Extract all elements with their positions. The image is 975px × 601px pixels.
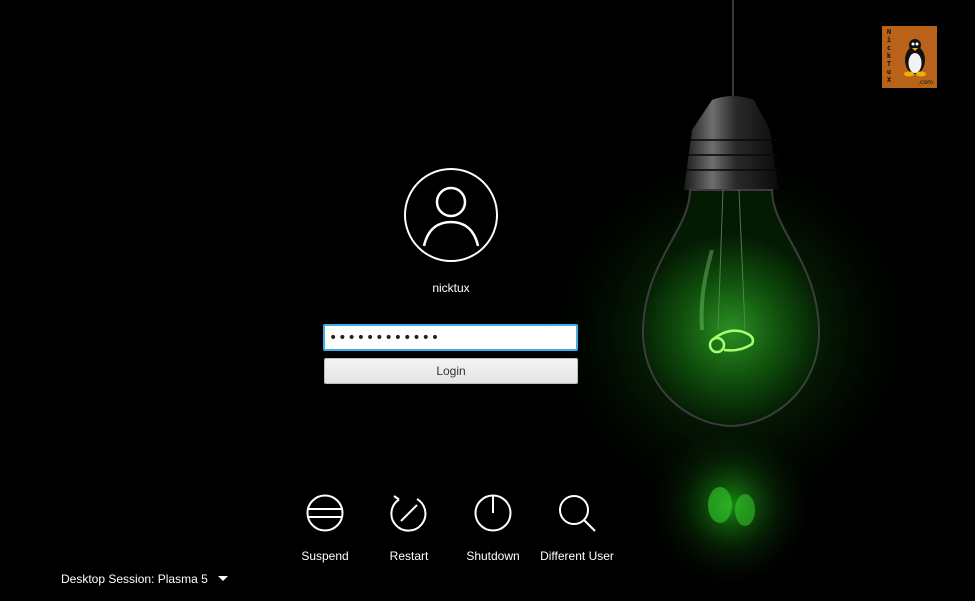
shutdown-button[interactable]: Shutdown <box>448 493 538 563</box>
shutdown-icon <box>474 494 512 532</box>
logo-suffix: .com <box>918 79 933 86</box>
username-label: nicktux <box>432 281 470 295</box>
desktop-session-selector[interactable]: Desktop Session: Plasma 5 <box>61 572 229 586</box>
session-value: Plasma 5 <box>157 572 208 586</box>
suspend-icon <box>306 494 344 532</box>
chevron-down-icon <box>218 576 229 581</box>
logo-text: NickTuX <box>886 28 892 84</box>
restart-button[interactable]: Restart <box>364 493 454 563</box>
user-icon <box>404 168 498 262</box>
different-user-label: Different User <box>540 549 614 563</box>
session-prefix: Desktop Session: <box>61 572 155 586</box>
login-screen: NickTuX .com nicktux Login Suspend Resta… <box>0 0 975 601</box>
password-field[interactable] <box>323 324 578 351</box>
restart-label: Restart <box>389 549 429 563</box>
avatar[interactable] <box>404 168 498 262</box>
different-user-button[interactable]: Different User <box>532 493 622 563</box>
suspend-button[interactable]: Suspend <box>280 493 370 563</box>
login-button[interactable]: Login <box>324 358 578 384</box>
nicktux-logo: NickTuX .com <box>882 26 937 88</box>
tux-penguin-icon <box>904 39 926 77</box>
restart-icon <box>390 495 427 532</box>
suspend-label: Suspend <box>301 549 349 563</box>
shutdown-label: Shutdown <box>466 549 520 563</box>
search-icon <box>559 495 596 532</box>
